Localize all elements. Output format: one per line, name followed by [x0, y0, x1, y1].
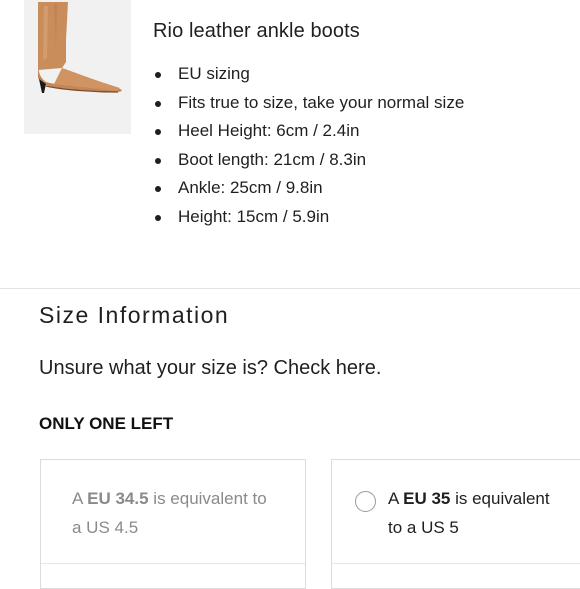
product-title: Rio leather ankle boots	[153, 20, 360, 42]
spec-item: Height: 15cm / 5.9in	[153, 205, 464, 234]
stock-notice: ONLY ONE LEFT	[39, 414, 174, 433]
product-image[interactable]	[24, 0, 131, 134]
spec-item: Fits true to size, take your normal size	[153, 91, 464, 120]
size-guide-link[interactable]: Unsure what your size is? Check here.	[39, 357, 381, 380]
option-divider	[332, 563, 580, 564]
spec-item: Ankle: 25cm / 9.8in	[153, 176, 464, 205]
radio-button[interactable]	[355, 491, 376, 512]
size-eu-value: EU 34.5	[87, 489, 149, 508]
size-option-label: A EU 35 is equivalent to a US 5	[388, 484, 550, 542]
section-divider	[0, 288, 580, 289]
size-info-title: Size Information	[39, 302, 230, 328]
product-specs-list: EU sizing Fits true to size, take your n…	[153, 62, 464, 234]
spec-item: Boot length: 21cm / 8.3in	[153, 148, 464, 177]
size-us-value: to a US 5	[388, 518, 459, 537]
spec-item: Heel Height: 6cm / 2.4in	[153, 119, 464, 148]
size-eu-value: EU 35	[403, 489, 451, 508]
size-option-eu-34-5: A EU 34.5 is equivalent to a US 4.5	[40, 459, 306, 589]
size-us-value: a US 4.5	[72, 518, 139, 537]
spec-item: EU sizing	[153, 62, 464, 91]
size-equivalent-text: is equivalent to	[148, 489, 267, 508]
size-equivalent-text: is equivalent	[450, 489, 550, 508]
size-option-label: A EU 34.5 is equivalent to a US 4.5	[72, 484, 267, 542]
size-prefix: A	[388, 489, 404, 508]
size-option-eu-35[interactable]: A EU 35 is equivalent to a US 5	[331, 459, 580, 589]
ankle-boot-image	[38, 2, 122, 93]
option-divider	[41, 563, 305, 564]
size-prefix: A	[72, 489, 88, 508]
